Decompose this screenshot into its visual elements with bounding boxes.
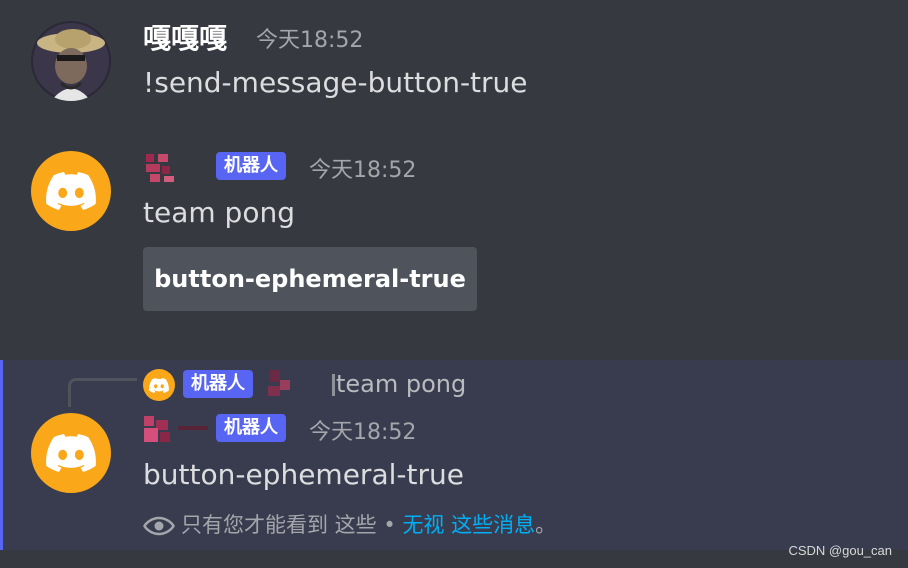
- bot-avatar[interactable]: [31, 151, 111, 231]
- discord-logo-icon: [149, 377, 169, 393]
- message-content: team pong: [143, 196, 295, 229]
- bot-username-redacted[interactable]: [146, 154, 206, 184]
- timestamp: 今天18:52: [256, 28, 364, 53]
- ephemeral-notice: 只有您才能看到 这些 • 无视 这些消息。: [143, 510, 556, 540]
- reply-content[interactable]: team pong: [336, 368, 466, 400]
- discord-logo-icon: [46, 434, 96, 472]
- message-content: button-ephemeral-true: [143, 458, 464, 491]
- button-ephemeral-true[interactable]: button-ephemeral-true: [143, 247, 477, 311]
- bot-tag: 机器人: [216, 152, 286, 180]
- bot-avatar[interactable]: [31, 413, 111, 493]
- timestamp: 今天18:52: [309, 158, 417, 183]
- notice-text: 只有您才能看到 这些 •: [181, 513, 396, 537]
- dismiss-link[interactable]: 无视 这些消息: [402, 513, 535, 537]
- username[interactable]: 嘎嘎嘎: [143, 22, 227, 56]
- user-avatar[interactable]: [31, 21, 111, 101]
- ephemeral-message: 机器人 team pong 机器人 今天18:52 button-ephemer…: [0, 360, 908, 550]
- reply-connector: [68, 378, 137, 407]
- eye-icon: [143, 516, 175, 536]
- highlight-bar: [0, 360, 3, 550]
- discord-logo-icon: [46, 172, 96, 210]
- notice-end: 。: [535, 513, 557, 537]
- reply-username-redacted[interactable]: [262, 370, 312, 400]
- bot-username-redacted[interactable]: [144, 416, 210, 446]
- chat-log: 嘎嘎嘎 今天18:52 !send-message-button-true 机器…: [0, 0, 908, 568]
- message-user: 嘎嘎嘎 今天18:52 !send-message-button-true: [0, 0, 908, 130]
- reply-bot-tag: 机器人: [183, 370, 253, 398]
- message-content: !send-message-button-true: [143, 66, 528, 99]
- reply-bot-avatar[interactable]: [143, 369, 175, 401]
- timestamp: 今天18:52: [309, 420, 417, 445]
- caret-marker: [332, 374, 335, 396]
- bot-tag: 机器人: [216, 414, 286, 442]
- watermark: CSDN @gou_can: [788, 543, 892, 558]
